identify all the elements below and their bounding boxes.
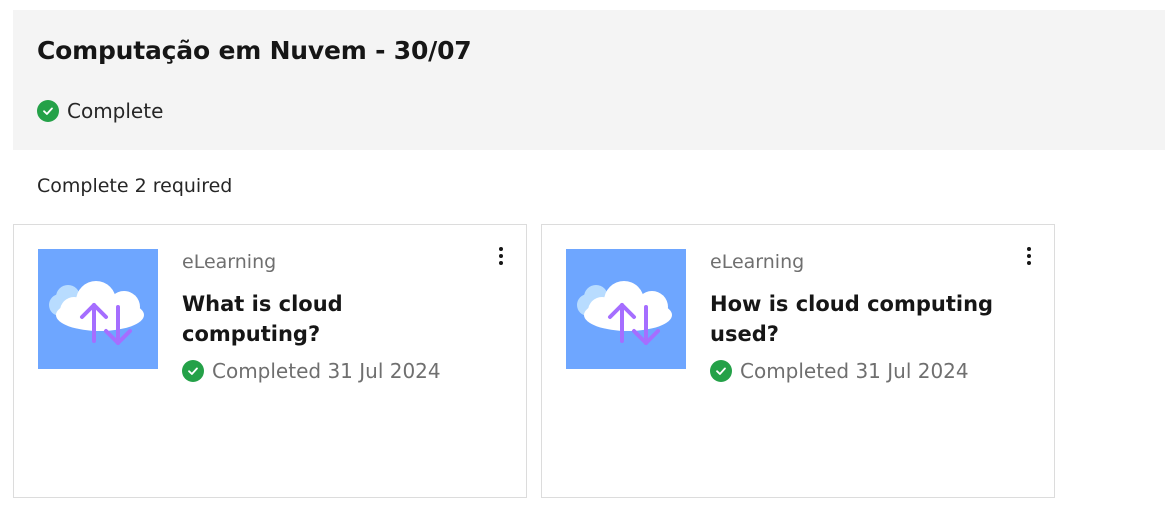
card-type: eLearning <box>710 251 805 273</box>
overflow-menu-icon[interactable] <box>1024 245 1034 267</box>
page-header: Computação em Nuvem - 30/07 Complete <box>13 10 1165 150</box>
page-title: Computação em Nuvem - 30/07 <box>37 36 472 65</box>
status-label: Complete <box>67 99 164 123</box>
card-status: Completed 31 Jul 2024 <box>182 359 441 383</box>
card-title-link[interactable]: How is cloud computing used? <box>710 289 1010 349</box>
checkmark-icon <box>37 100 59 122</box>
card-type: eLearning <box>182 251 277 273</box>
card-status-label: Completed 31 Jul 2024 <box>212 359 441 383</box>
requirement-text: Complete 2 required <box>37 175 233 197</box>
status-badge: Complete <box>37 99 163 123</box>
checkmark-icon <box>182 360 204 382</box>
card-title-link[interactable]: What is cloud computing? <box>182 289 482 349</box>
card-status: Completed 31 Jul 2024 <box>710 359 969 383</box>
checkmark-icon <box>710 360 732 382</box>
course-card[interactable]: eLearning What is cloud computing? Compl… <box>13 224 527 498</box>
course-card[interactable]: eLearning How is cloud computing used? C… <box>541 224 1055 498</box>
cloud-transfer-icon[interactable] <box>38 249 158 369</box>
card-status-label: Completed 31 Jul 2024 <box>740 359 969 383</box>
overflow-menu-icon[interactable] <box>496 245 506 267</box>
cloud-transfer-icon[interactable] <box>566 249 686 369</box>
